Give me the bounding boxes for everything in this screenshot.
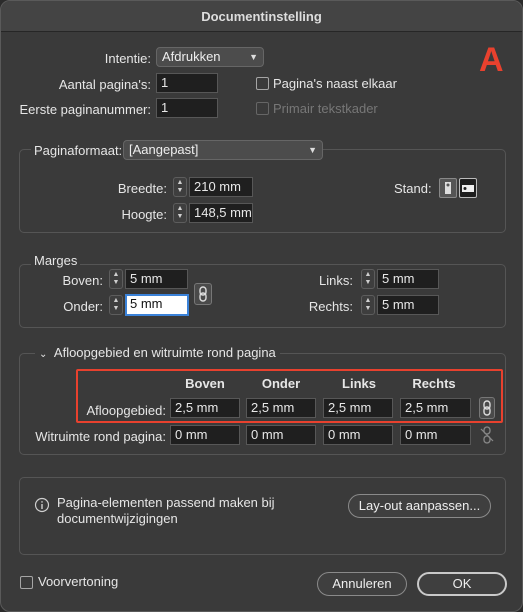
height-stepper[interactable]: ▲ ▼ bbox=[173, 203, 187, 223]
bleed-top-input[interactable]: 2,5 mm bbox=[170, 398, 240, 418]
intent-value: Afdrukken bbox=[162, 49, 221, 64]
margin-bottom-label: Onder: bbox=[63, 299, 103, 314]
first-page-input[interactable]: 1 bbox=[156, 98, 218, 118]
margins-link-toggle[interactable] bbox=[194, 283, 212, 305]
margin-top-label: Boven: bbox=[62, 273, 103, 288]
page-format-select[interactable]: [Aangepast] ▼ bbox=[123, 140, 323, 160]
bleed-bottom-input[interactable]: 2,5 mm bbox=[246, 398, 316, 418]
adjust-layout-button[interactable]: Lay-out aanpassen... bbox=[348, 494, 491, 518]
margins-legend: Marges bbox=[31, 253, 81, 268]
bleed-link-toggle[interactable] bbox=[479, 397, 495, 419]
margin-top-stepper[interactable]: ▲ ▼ bbox=[109, 269, 123, 289]
title-bar[interactable]: Documentinstelling bbox=[1, 1, 522, 32]
landscape-icon bbox=[462, 185, 474, 192]
intent-label: Intentie: bbox=[104, 51, 151, 66]
primary-frame-checkbox[interactable] bbox=[256, 102, 269, 115]
bleed-left-input[interactable]: 2,5 mm bbox=[323, 398, 393, 418]
cancel-button[interactable]: Annuleren bbox=[317, 572, 407, 596]
preview-checkbox[interactable] bbox=[20, 576, 33, 589]
height-label: Hoogte: bbox=[121, 207, 167, 222]
ok-button[interactable]: OK bbox=[417, 572, 507, 596]
slug-bottom-input[interactable]: 0 mm bbox=[246, 425, 316, 445]
margin-bottom-stepper[interactable]: ▲ ▼ bbox=[109, 295, 123, 315]
dialog-title: Documentinstelling bbox=[201, 9, 322, 24]
broken-chain-icon bbox=[480, 426, 494, 444]
slug-left-input[interactable]: 0 mm bbox=[323, 425, 393, 445]
margin-left-input[interactable]: 5 mm bbox=[377, 269, 439, 289]
chain-link-icon bbox=[483, 400, 491, 416]
slug-label: Witruimte rond pagina: bbox=[35, 429, 166, 444]
bleed-legend: Afloopgebied en witruimte rond pagina bbox=[53, 345, 276, 360]
slug-top-input[interactable]: 0 mm bbox=[170, 425, 240, 445]
info-icon bbox=[34, 497, 50, 516]
orientation-label: Stand: bbox=[394, 181, 432, 196]
chevron-down-icon: ▼ bbox=[249, 52, 258, 62]
first-page-label: Eerste paginanummer: bbox=[19, 102, 151, 117]
margin-right-input[interactable]: 5 mm bbox=[377, 295, 439, 315]
intent-select[interactable]: Afdrukken ▼ bbox=[156, 47, 264, 67]
adjust-info-text-line1: Pagina-elementen passend maken bij bbox=[57, 495, 275, 510]
width-label: Breedte: bbox=[117, 181, 167, 196]
margin-right-stepper[interactable]: ▲ ▼ bbox=[361, 295, 375, 315]
slug-right-input[interactable]: 0 mm bbox=[400, 425, 471, 445]
bleed-label: Afloopgebied: bbox=[86, 403, 166, 418]
page-format-value: [Aangepast] bbox=[129, 142, 199, 157]
margin-bottom-input[interactable]: 5 mm bbox=[125, 294, 189, 316]
landscape-orientation-icon[interactable] bbox=[459, 178, 477, 198]
width-input[interactable]: 210 mm bbox=[189, 177, 253, 197]
document-setup-dialog: Documentinstelling A Intentie: Afdrukken… bbox=[0, 0, 523, 612]
margin-left-label: Links: bbox=[319, 273, 353, 288]
bleed-right-input[interactable]: 2,5 mm bbox=[400, 398, 471, 418]
chain-link-icon bbox=[199, 286, 207, 302]
portrait-icon bbox=[445, 182, 451, 194]
page-format-label: Paginaformaat: bbox=[31, 143, 126, 158]
primary-frame-label: Primair tekstkader bbox=[273, 101, 378, 116]
annotation-marker-a: A bbox=[479, 41, 504, 79]
margin-left-stepper[interactable]: ▲ ▼ bbox=[361, 269, 375, 289]
slug-link-toggle[interactable] bbox=[479, 425, 495, 445]
margin-right-label: Rechts: bbox=[308, 299, 353, 314]
preview-label: Voorvertoning bbox=[38, 574, 119, 589]
chevron-down-icon: ⌄ bbox=[39, 349, 48, 360]
bleed-disclosure[interactable]: ⌄ Afloopgebied en witruimte rond pagina bbox=[35, 345, 280, 360]
chevron-down-icon: ▼ bbox=[308, 145, 317, 155]
width-stepper[interactable]: ▲ ▼ bbox=[173, 177, 187, 197]
portrait-orientation-icon[interactable] bbox=[439, 178, 457, 198]
margin-top-input[interactable]: 5 mm bbox=[125, 269, 188, 289]
pages-input[interactable]: 1 bbox=[156, 73, 218, 93]
pages-label: Aantal pagina's: bbox=[58, 77, 151, 92]
height-input[interactable]: 148,5 mm bbox=[189, 203, 253, 223]
adjust-info-text-line2: documentwijzigingen bbox=[57, 511, 178, 526]
facing-pages-checkbox[interactable] bbox=[256, 77, 269, 90]
facing-pages-label: Pagina's naast elkaar bbox=[273, 76, 397, 91]
